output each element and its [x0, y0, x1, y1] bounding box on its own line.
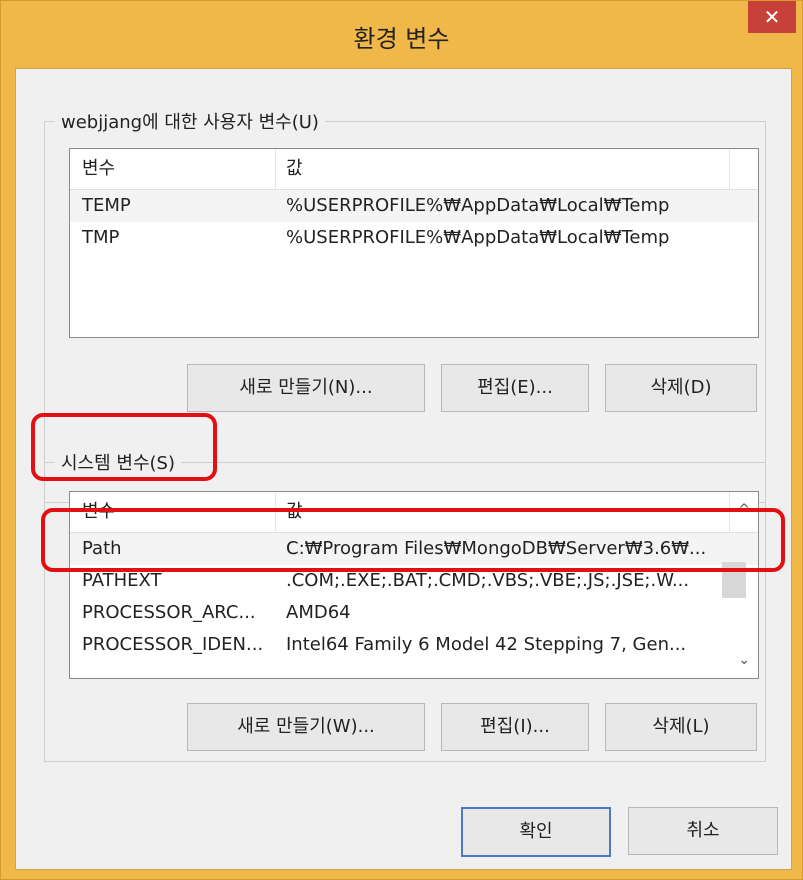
- user-variables-label: webjjang에 대한 사용자 변수(U): [55, 108, 325, 134]
- variable-name: PROCESSOR_ARC...: [82, 602, 256, 623]
- window-title: 환경 변수: [353, 25, 450, 53]
- cancel-button[interactable]: 취소: [628, 807, 778, 855]
- variable-value: %USERPROFILE%₩AppData₩Local₩Temp: [286, 195, 670, 216]
- system-variables-label: 시스템 변수(S): [55, 449, 181, 475]
- user-variables-list[interactable]: 변수 값 TEMP %USERPROFILE%₩AppData₩Local₩Te…: [69, 148, 759, 338]
- scrollbar-thumb[interactable]: [722, 562, 746, 598]
- variable-name: Path: [82, 538, 122, 559]
- table-row[interactable]: TMP %USERPROFILE%₩AppData₩Local₩Temp: [70, 222, 758, 254]
- table-row[interactable]: Path C:₩Program Files₩MongoDB₩Server₩3.6…: [70, 533, 758, 565]
- column-divider: [275, 149, 276, 189]
- variable-value: .COM;.EXE;.BAT;.CMD;.VBS;.VBE;.JS;.JSE;.…: [286, 570, 690, 591]
- column-variable[interactable]: 변수: [82, 149, 115, 189]
- list-header: 변수 값: [70, 492, 758, 533]
- variable-name: TEMP: [82, 195, 131, 216]
- ok-button[interactable]: 확인: [461, 807, 611, 857]
- list-header: 변수 값: [70, 149, 758, 190]
- user-delete-button[interactable]: 삭제(D): [605, 364, 757, 412]
- system-edit-button[interactable]: 편집(I)...: [441, 703, 589, 751]
- scroll-up-icon[interactable]: ^: [738, 502, 750, 518]
- table-row[interactable]: PATHEXT .COM;.EXE;.BAT;.CMD;.VBS;.VBE;.J…: [70, 565, 758, 597]
- environment-variables-dialog: 환경 변수 ✕ webjjang에 대한 사용자 변수(U) 변수 값 TEMP…: [0, 0, 803, 880]
- column-divider: [729, 149, 730, 189]
- system-new-button[interactable]: 새로 만들기(W)...: [187, 703, 425, 751]
- variable-value: %USERPROFILE%₩AppData₩Local₩Temp: [286, 227, 670, 248]
- dialog-client-area: webjjang에 대한 사용자 변수(U) 변수 값 TEMP %USERPR…: [15, 68, 792, 870]
- column-variable[interactable]: 변수: [82, 492, 115, 532]
- column-divider: [275, 492, 276, 532]
- variable-name: TMP: [82, 227, 120, 248]
- variable-name: PATHEXT: [82, 570, 162, 591]
- variable-name: PROCESSOR_IDEN...: [82, 634, 264, 655]
- close-icon[interactable]: ✕: [748, 1, 796, 33]
- table-row[interactable]: PROCESSOR_IDEN... Intel64 Family 6 Model…: [70, 629, 758, 661]
- table-row[interactable]: PROCESSOR_ARC... AMD64: [70, 597, 758, 629]
- user-new-button[interactable]: 새로 만들기(N)...: [187, 364, 425, 412]
- variable-value: AMD64: [286, 602, 351, 623]
- table-row[interactable]: TEMP %USERPROFILE%₩AppData₩Local₩Temp: [70, 190, 758, 222]
- system-variables-group: 시스템 변수(S) 변수 값 Path C:₩Program Files₩Mon…: [44, 449, 766, 762]
- user-variables-group: webjjang에 대한 사용자 변수(U) 변수 값 TEMP %USERPR…: [44, 108, 766, 503]
- title-bar[interactable]: 환경 변수 ✕: [1, 1, 802, 71]
- variable-value: Intel64 Family 6 Model 42 Stepping 7, Ge…: [286, 634, 687, 655]
- variable-value: C:₩Program Files₩MongoDB₩Server₩3.6₩...: [286, 538, 707, 559]
- column-value[interactable]: 값: [286, 492, 303, 532]
- system-variables-list[interactable]: 변수 값 Path C:₩Program Files₩MongoDB₩Serve…: [69, 491, 759, 679]
- user-edit-button[interactable]: 편집(E)...: [441, 364, 589, 412]
- column-value[interactable]: 값: [286, 149, 303, 189]
- scroll-down-icon[interactable]: ⌄: [738, 652, 750, 668]
- system-delete-button[interactable]: 삭제(L): [605, 703, 757, 751]
- column-divider: [729, 492, 730, 532]
